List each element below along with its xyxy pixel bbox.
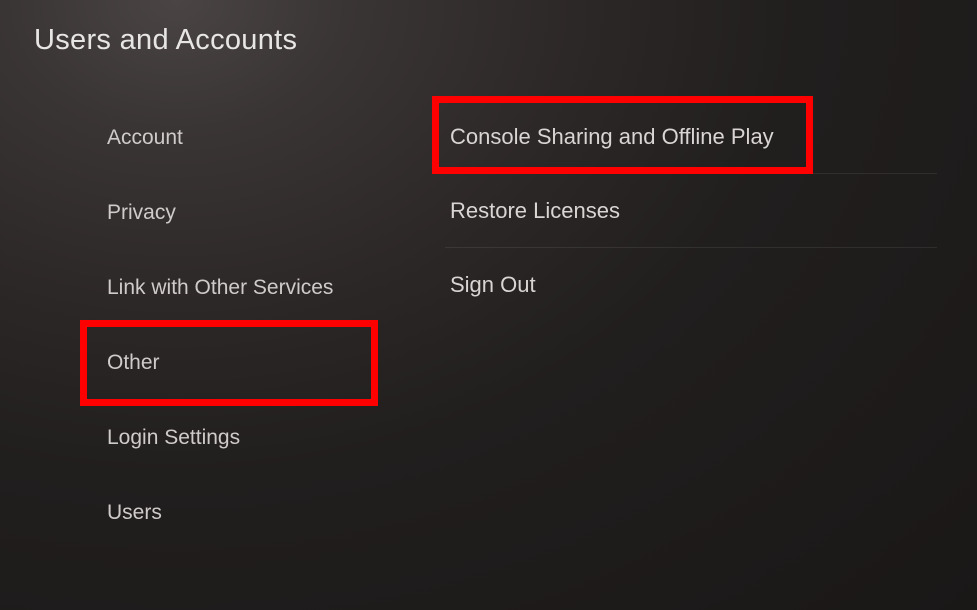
sidebar-item-privacy[interactable]: Privacy [103,175,445,250]
main-panel: Console Sharing and Offline Play Restore… [445,100,977,550]
sidebar: Account Privacy Link with Other Services… [0,100,445,550]
sidebar-item-label: Privacy [107,201,176,225]
sidebar-item-label: Account [107,126,183,150]
main-item-label: Restore Licenses [450,198,620,224]
sidebar-item-label: Users [107,501,162,525]
sidebar-item-label: Link with Other Services [107,276,333,300]
sidebar-item-label: Other [107,351,160,375]
sidebar-item-label: Login Settings [107,426,240,450]
main-item-label: Console Sharing and Offline Play [450,124,774,150]
sidebar-item-account[interactable]: Account [103,100,445,175]
page-title: Users and Accounts [34,24,297,57]
sidebar-item-users[interactable]: Users [103,475,445,550]
sidebar-item-login-settings[interactable]: Login Settings [103,400,445,475]
main-item-sign-out[interactable]: Sign Out [445,248,937,322]
sidebar-item-other[interactable]: Other [103,325,445,400]
main-item-console-sharing[interactable]: Console Sharing and Offline Play [445,100,937,174]
main-item-label: Sign Out [450,272,536,298]
main-item-restore-licenses[interactable]: Restore Licenses [445,174,937,248]
content-area: Account Privacy Link with Other Services… [0,100,977,550]
sidebar-item-link-services[interactable]: Link with Other Services [103,250,445,325]
